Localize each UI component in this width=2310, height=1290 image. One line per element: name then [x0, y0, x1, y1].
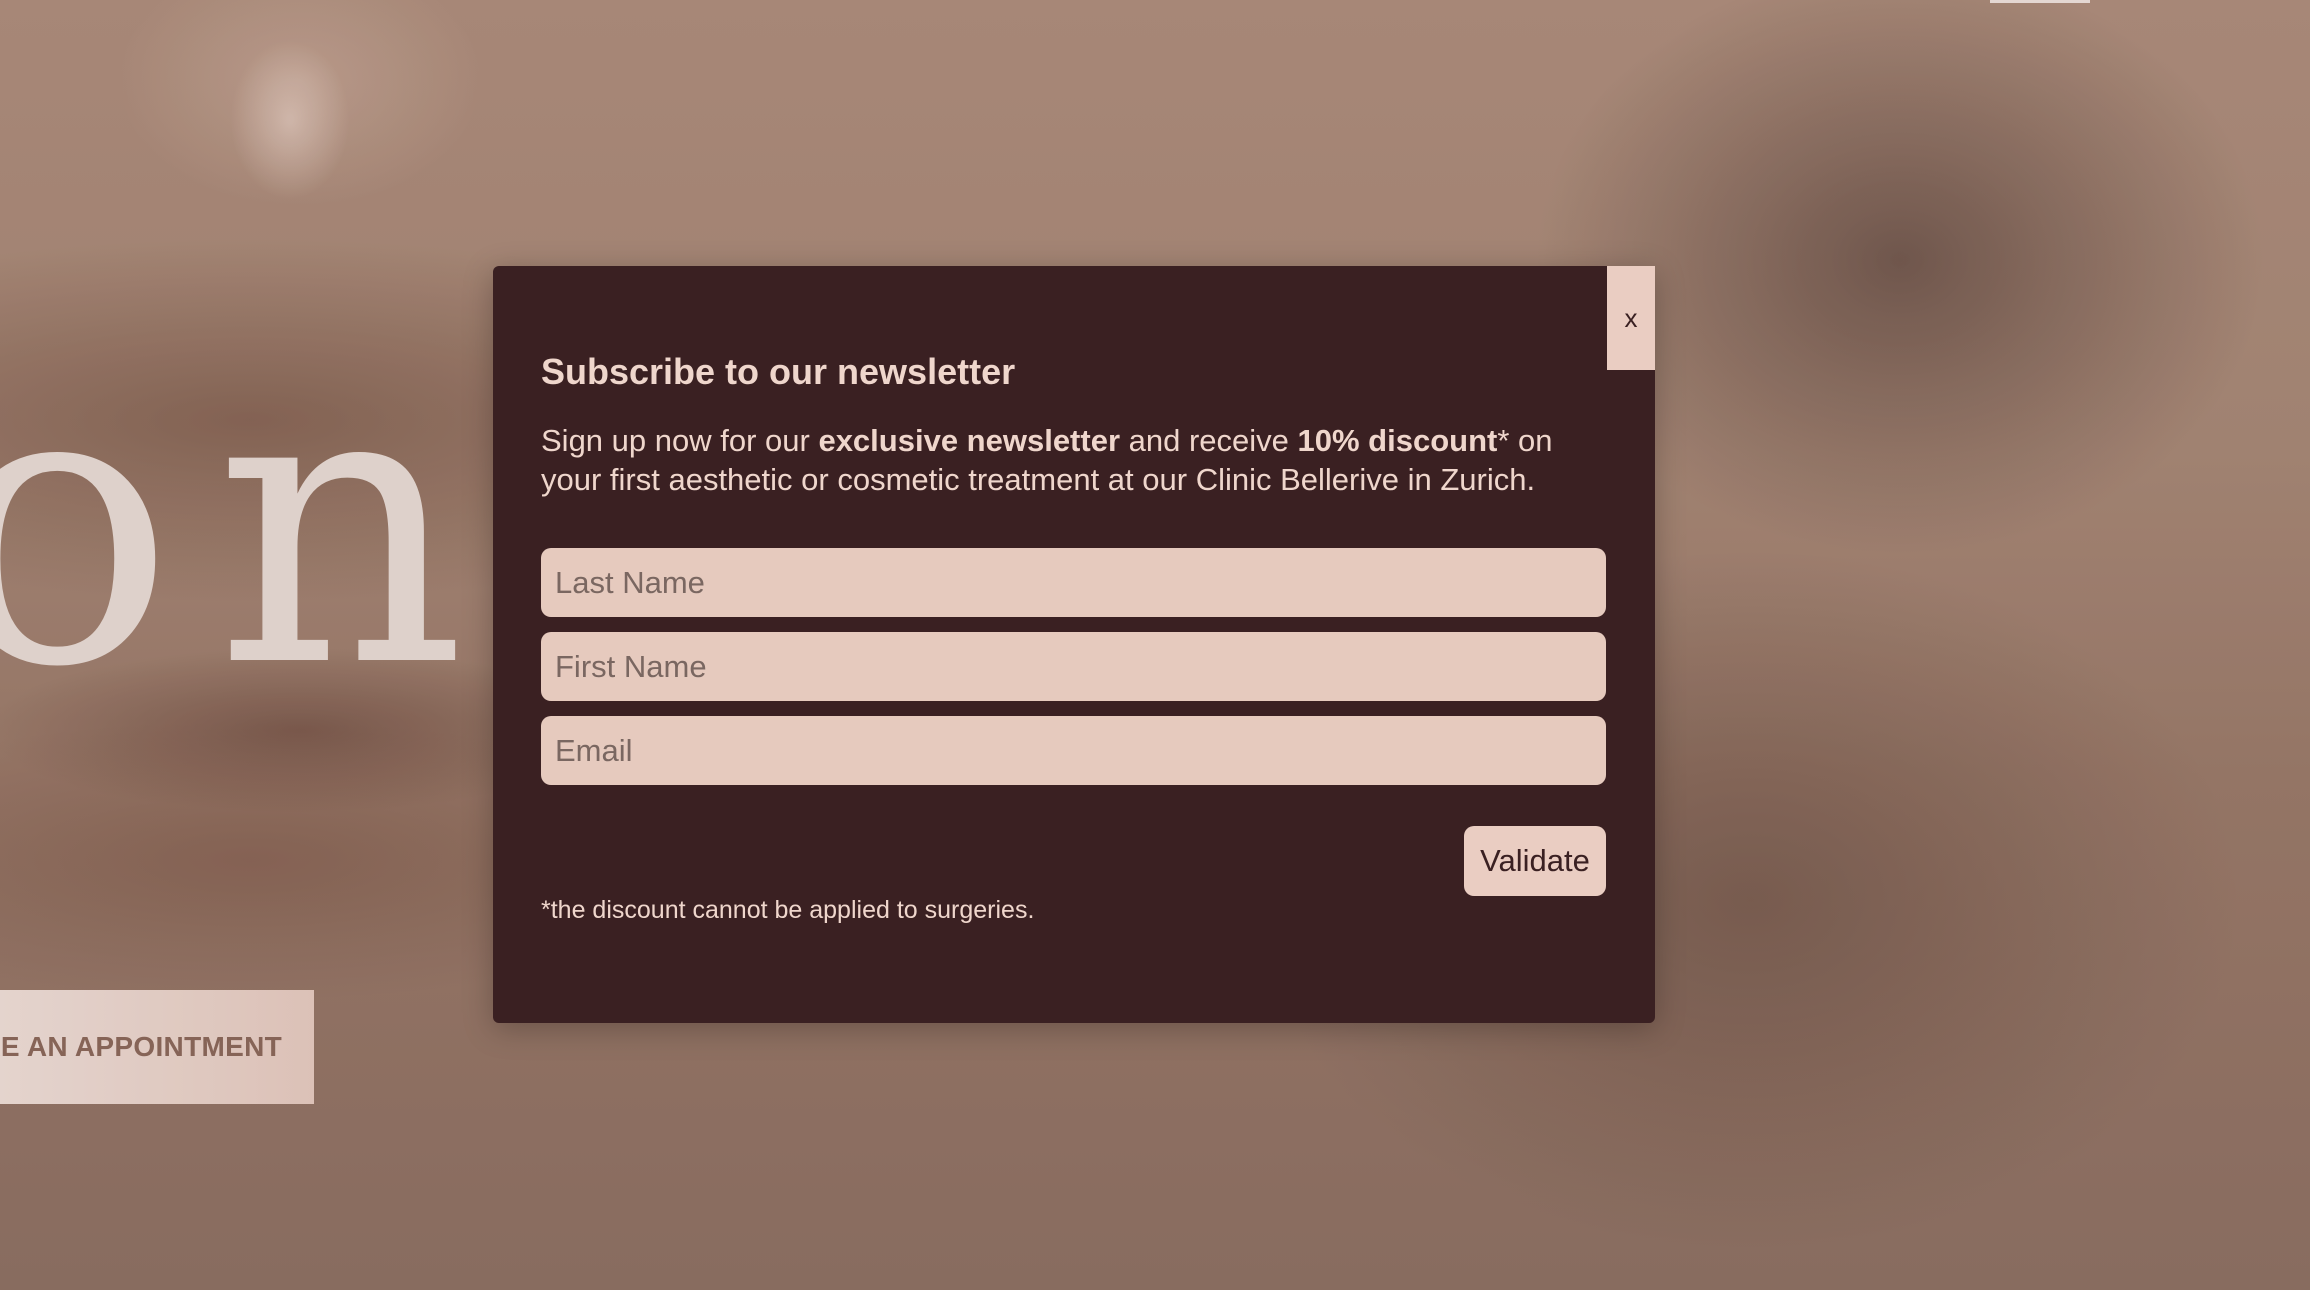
- modal-intro-text: Sign up now for our exclusive newsletter…: [541, 421, 1601, 499]
- newsletter-modal: x Subscribe to our newsletter Sign up no…: [493, 266, 1655, 1023]
- first-name-input[interactable]: [541, 632, 1606, 701]
- intro-text-part: Sign up now for our: [541, 423, 819, 458]
- modal-title: Subscribe to our newsletter: [541, 351, 1016, 392]
- discount-footnote: *the discount cannot be applied to surge…: [541, 896, 1035, 924]
- close-button[interactable]: x: [1607, 266, 1655, 370]
- intro-bold-newsletter: exclusive newsletter: [818, 423, 1121, 458]
- intro-text-part: and receive: [1120, 423, 1298, 458]
- last-name-input[interactable]: [541, 548, 1606, 617]
- intro-bold-discount: 10% discount: [1297, 423, 1498, 458]
- email-input[interactable]: [541, 716, 1606, 785]
- validate-button[interactable]: Validate: [1464, 826, 1606, 896]
